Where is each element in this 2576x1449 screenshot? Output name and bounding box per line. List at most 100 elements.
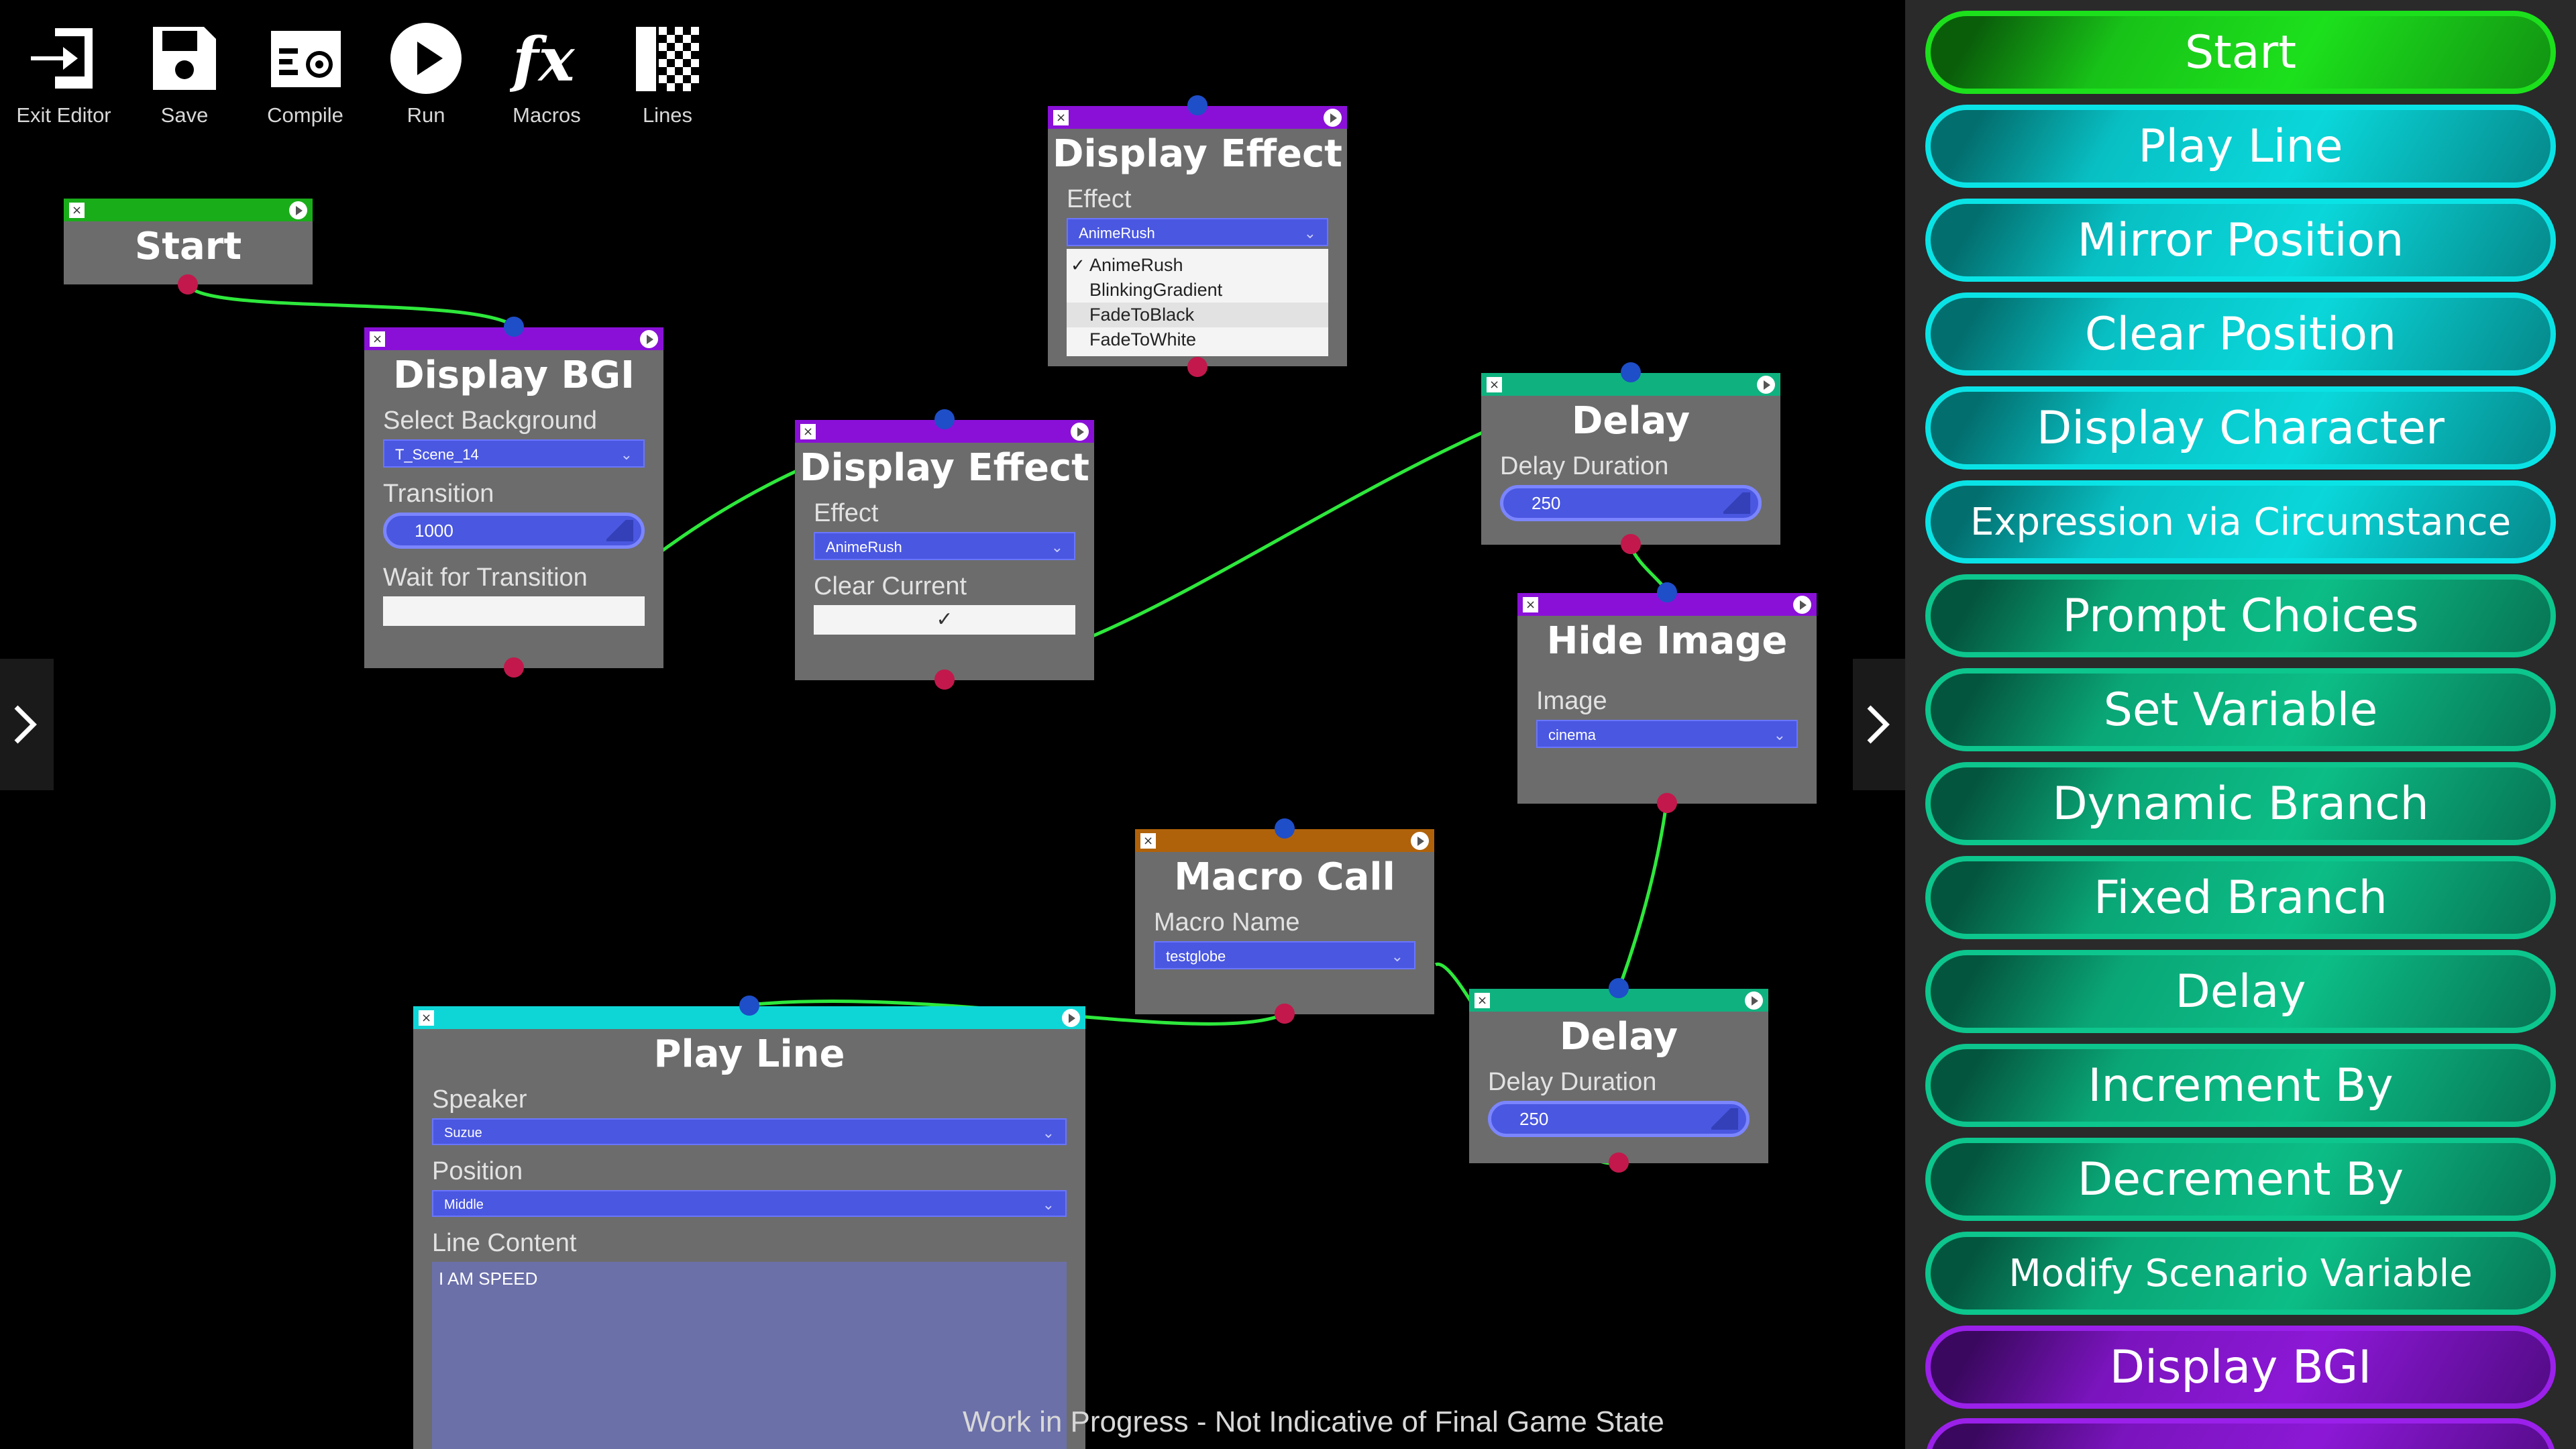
run-button[interactable]: Run: [376, 21, 476, 127]
lines-button[interactable]: Lines: [617, 21, 718, 127]
palette-delay[interactable]: Delay: [1925, 950, 2556, 1033]
output-port[interactable]: [1657, 793, 1677, 813]
palette-modify-scenario-variable[interactable]: Modify Scenario Variable: [1925, 1232, 2556, 1315]
field-label: Macro Name: [1154, 908, 1300, 936]
clear-current-checkbox[interactable]: ✓: [814, 605, 1075, 635]
close-node-icon[interactable]: ×: [800, 424, 816, 439]
palette-prompt-choices[interactable]: Prompt Choices: [1925, 574, 2556, 657]
input-port[interactable]: [1621, 362, 1641, 382]
palette-increment-by[interactable]: Increment By: [1925, 1044, 2556, 1127]
palette-dynamic-branch[interactable]: Dynamic Branch: [1925, 762, 2556, 845]
option-item[interactable]: FadeToWhite: [1067, 327, 1328, 352]
field-label: Delay Duration: [1500, 452, 1669, 480]
wait-for-transition-checkbox[interactable]: [383, 596, 645, 626]
option-item[interactable]: AnimeRush: [1067, 253, 1328, 278]
play-node-icon[interactable]: [1745, 991, 1763, 1010]
field-label: Transition: [383, 480, 494, 508]
field-label: Effect: [814, 499, 879, 527]
input-port[interactable]: [1609, 978, 1629, 998]
output-port[interactable]: [1621, 534, 1641, 554]
node-palette[interactable]: Start Play Line Mirror Position Clear Po…: [1905, 0, 2576, 1449]
delay-duration-input[interactable]: 250: [1488, 1101, 1750, 1137]
palette-play-line[interactable]: Play Line: [1925, 105, 2556, 188]
node-title: Start: [134, 225, 242, 268]
input-port[interactable]: [504, 317, 524, 337]
close-node-icon[interactable]: ×: [1140, 833, 1156, 849]
output-port[interactable]: [1275, 1004, 1295, 1024]
play-node-icon[interactable]: [1324, 109, 1342, 127]
option-item[interactable]: FadeToBlack: [1067, 303, 1328, 327]
output-port[interactable]: [1609, 1152, 1629, 1173]
effect-dropdown[interactable]: AnimeRush ⌄: [814, 532, 1075, 560]
node-title: Play Line: [653, 1032, 845, 1076]
close-node-icon[interactable]: ×: [69, 203, 85, 218]
palette-fixed-branch[interactable]: Fixed Branch: [1925, 856, 2556, 939]
field-label: Effect: [1067, 185, 1132, 213]
play-node-icon[interactable]: [1793, 596, 1811, 614]
play-node-icon[interactable]: [1071, 423, 1089, 441]
field-label: Delay Duration: [1488, 1068, 1657, 1096]
palette-clear-position[interactable]: Clear Position: [1925, 292, 2556, 376]
node-macro-call[interactable]: × Macro Call Macro Name testglobe ⌄: [1135, 818, 1434, 1024]
close-node-icon[interactable]: ×: [1523, 597, 1538, 612]
macro-name-dropdown[interactable]: testglobe ⌄: [1154, 941, 1415, 969]
input-port[interactable]: [739, 996, 759, 1016]
palette-display-bgi[interactable]: Display BGI: [1925, 1326, 2556, 1409]
output-port[interactable]: [934, 669, 955, 690]
input-port[interactable]: [1275, 818, 1295, 839]
macros-button[interactable]: fx Macros: [496, 21, 597, 127]
node-start[interactable]: × Start: [64, 199, 313, 294]
node-display-bgi[interactable]: × Display BGI Select Background T_Scene_…: [364, 317, 663, 678]
chevron-down-icon: ⌄: [1303, 225, 1316, 241]
palette-set-variable[interactable]: Set Variable: [1925, 668, 2556, 751]
effect-dropdown[interactable]: AnimeRush ⌄: [1067, 218, 1328, 246]
node-delay[interactable]: × Delay Delay Duration 250: [1481, 362, 1780, 554]
node-hide-image[interactable]: × Hide Image Image cinema ⌄: [1517, 582, 1817, 813]
palette-mirror-position[interactable]: Mirror Position: [1925, 199, 2556, 282]
output-port[interactable]: [1187, 357, 1208, 377]
node-title: Display Effect: [1053, 132, 1342, 176]
input-port[interactable]: [1187, 95, 1208, 115]
expand-left-panel-button[interactable]: [0, 659, 54, 790]
node-title: Hide Image: [1546, 619, 1788, 663]
option-item[interactable]: BlinkingGradient: [1067, 278, 1328, 303]
play-node-icon[interactable]: [289, 201, 307, 219]
transition-input[interactable]: 1000: [383, 513, 645, 549]
play-node-icon[interactable]: [1062, 1009, 1080, 1027]
close-node-icon[interactable]: ×: [1053, 110, 1069, 125]
speaker-dropdown[interactable]: Suzue ⌄: [432, 1118, 1067, 1145]
play-node-icon[interactable]: [1411, 832, 1429, 850]
palette-decrement-by[interactable]: Decrement By: [1925, 1138, 2556, 1221]
checkered-flag-icon: [636, 27, 699, 91]
node-header[interactable]: ×: [64, 199, 313, 221]
close-node-icon[interactable]: ×: [419, 1010, 434, 1026]
play-node-icon[interactable]: [640, 330, 658, 348]
compile-button[interactable]: Compile: [255, 21, 356, 127]
image-dropdown[interactable]: cinema ⌄: [1536, 720, 1798, 748]
delay-duration-input[interactable]: 250: [1500, 485, 1762, 521]
toggle-palette-button[interactable]: [1853, 659, 1907, 790]
output-port[interactable]: [504, 657, 524, 678]
close-node-icon[interactable]: ×: [1474, 993, 1490, 1008]
palette-start[interactable]: Start: [1925, 11, 2556, 94]
palette-expression-via-circumstance[interactable]: Expression via Circumstance: [1925, 480, 2556, 564]
input-port[interactable]: [1657, 582, 1677, 602]
node-delay[interactable]: × Delay Delay Duration 250: [1469, 978, 1768, 1173]
node-title: Display Effect: [800, 446, 1089, 490]
play-node-icon[interactable]: [1757, 376, 1775, 394]
close-node-icon[interactable]: ×: [370, 331, 385, 347]
palette-display-character[interactable]: Display Character: [1925, 386, 2556, 470]
node-display-effect[interactable]: × Display Effect Effect AnimeRush ⌄ Clear…: [795, 409, 1094, 690]
field-label: Wait for Transition: [383, 564, 588, 592]
node-display-effect-open[interactable]: × Display Effect Effect AnimeRush⌄ Anime…: [1048, 95, 1347, 377]
position-dropdown[interactable]: Middle ⌄: [432, 1190, 1067, 1217]
compile-gear-icon: [271, 31, 341, 87]
output-port[interactable]: [178, 274, 198, 294]
exit-editor-button[interactable]: Exit Editor: [13, 21, 114, 127]
close-node-icon[interactable]: ×: [1487, 377, 1502, 392]
save-button[interactable]: Save: [134, 21, 235, 127]
palette-next-item[interactable]: [1925, 1418, 2556, 1449]
background-dropdown[interactable]: T_Scene_14 ⌄: [383, 439, 645, 468]
node-play-line[interactable]: × Play Line Speaker Suzue ⌄ Position Midd…: [413, 996, 1085, 1449]
input-port[interactable]: [934, 409, 955, 429]
